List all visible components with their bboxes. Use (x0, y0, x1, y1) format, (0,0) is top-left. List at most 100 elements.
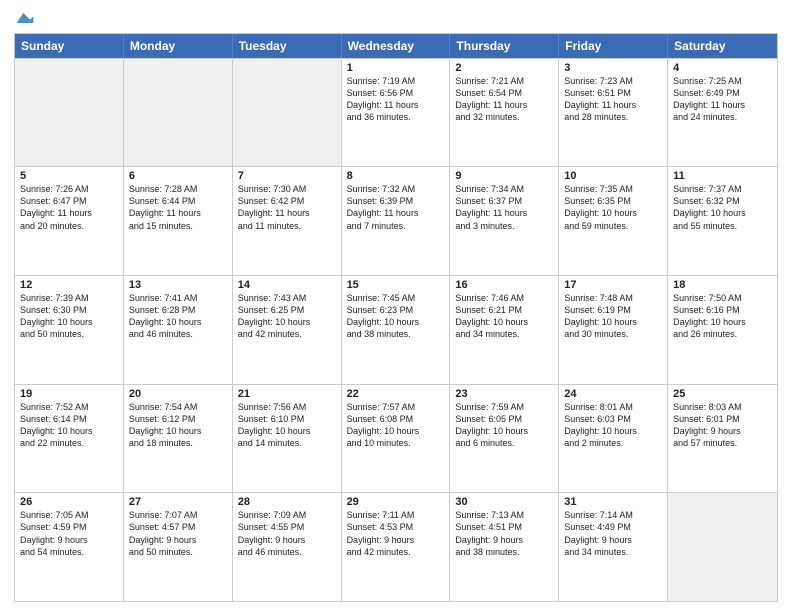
day-number: 25 (673, 388, 772, 400)
page: SundayMondayTuesdayWednesdayThursdayFrid… (0, 0, 792, 612)
day-info: Sunrise: 7:07 AM Sunset: 4:57 PM Dayligh… (129, 509, 227, 558)
header (14, 10, 778, 27)
day-number: 4 (673, 62, 772, 74)
day-number: 5 (20, 170, 118, 182)
day-22: 22Sunrise: 7:57 AM Sunset: 6:08 PM Dayli… (342, 385, 451, 493)
day-29: 29Sunrise: 7:11 AM Sunset: 4:53 PM Dayli… (342, 493, 451, 601)
day-number: 27 (129, 496, 227, 508)
day-number: 22 (347, 388, 445, 400)
day-info: Sunrise: 7:48 AM Sunset: 6:19 PM Dayligh… (564, 292, 662, 341)
calendar-row-3: 19Sunrise: 7:52 AM Sunset: 6:14 PM Dayli… (15, 384, 777, 493)
day-number: 12 (20, 279, 118, 291)
day-info: Sunrise: 7:26 AM Sunset: 6:47 PM Dayligh… (20, 183, 118, 232)
day-number: 9 (455, 170, 553, 182)
day-info: Sunrise: 7:43 AM Sunset: 6:25 PM Dayligh… (238, 292, 336, 341)
day-31: 31Sunrise: 7:14 AM Sunset: 4:49 PM Dayli… (559, 493, 668, 601)
day-number: 29 (347, 496, 445, 508)
day-28: 28Sunrise: 7:09 AM Sunset: 4:55 PM Dayli… (233, 493, 342, 601)
day-number: 15 (347, 279, 445, 291)
day-number: 26 (20, 496, 118, 508)
calendar-header: SundayMondayTuesdayWednesdayThursdayFrid… (15, 34, 777, 58)
day-info: Sunrise: 7:35 AM Sunset: 6:35 PM Dayligh… (564, 183, 662, 232)
day-18: 18Sunrise: 7:50 AM Sunset: 6:16 PM Dayli… (668, 276, 777, 384)
day-info: Sunrise: 7:50 AM Sunset: 6:16 PM Dayligh… (673, 292, 772, 341)
day-info: Sunrise: 7:19 AM Sunset: 6:56 PM Dayligh… (347, 75, 445, 124)
day-number: 6 (129, 170, 227, 182)
day-number: 28 (238, 496, 336, 508)
day-13: 13Sunrise: 7:41 AM Sunset: 6:28 PM Dayli… (124, 276, 233, 384)
header-day-sunday: Sunday (15, 34, 124, 58)
day-info: Sunrise: 7:05 AM Sunset: 4:59 PM Dayligh… (20, 509, 118, 558)
calendar-body: 1Sunrise: 7:19 AM Sunset: 6:56 PM Daylig… (15, 58, 777, 602)
day-23: 23Sunrise: 7:59 AM Sunset: 6:05 PM Dayli… (450, 385, 559, 493)
day-4: 4Sunrise: 7:25 AM Sunset: 6:49 PM Daylig… (668, 59, 777, 167)
day-info: Sunrise: 7:09 AM Sunset: 4:55 PM Dayligh… (238, 509, 336, 558)
day-number: 2 (455, 62, 553, 74)
day-30: 30Sunrise: 7:13 AM Sunset: 4:51 PM Dayli… (450, 493, 559, 601)
day-number: 14 (238, 279, 336, 291)
header-day-monday: Monday (124, 34, 233, 58)
day-info: Sunrise: 7:13 AM Sunset: 4:51 PM Dayligh… (455, 509, 553, 558)
day-5: 5Sunrise: 7:26 AM Sunset: 6:47 PM Daylig… (15, 167, 124, 275)
day-info: Sunrise: 7:54 AM Sunset: 6:12 PM Dayligh… (129, 401, 227, 450)
empty-cell (668, 493, 777, 601)
day-info: Sunrise: 8:03 AM Sunset: 6:01 PM Dayligh… (673, 401, 772, 450)
day-number: 18 (673, 279, 772, 291)
day-number: 3 (564, 62, 662, 74)
header-day-wednesday: Wednesday (342, 34, 451, 58)
day-number: 21 (238, 388, 336, 400)
day-info: Sunrise: 7:52 AM Sunset: 6:14 PM Dayligh… (20, 401, 118, 450)
day-9: 9Sunrise: 7:34 AM Sunset: 6:37 PM Daylig… (450, 167, 559, 275)
day-17: 17Sunrise: 7:48 AM Sunset: 6:19 PM Dayli… (559, 276, 668, 384)
calendar-row-4: 26Sunrise: 7:05 AM Sunset: 4:59 PM Dayli… (15, 492, 777, 601)
day-number: 31 (564, 496, 662, 508)
day-number: 16 (455, 279, 553, 291)
logo-icon (16, 13, 34, 23)
day-info: Sunrise: 7:25 AM Sunset: 6:49 PM Dayligh… (673, 75, 772, 124)
day-info: Sunrise: 7:46 AM Sunset: 6:21 PM Dayligh… (455, 292, 553, 341)
day-26: 26Sunrise: 7:05 AM Sunset: 4:59 PM Dayli… (15, 493, 124, 601)
day-14: 14Sunrise: 7:43 AM Sunset: 6:25 PM Dayli… (233, 276, 342, 384)
day-info: Sunrise: 7:14 AM Sunset: 4:49 PM Dayligh… (564, 509, 662, 558)
day-number: 19 (20, 388, 118, 400)
day-21: 21Sunrise: 7:56 AM Sunset: 6:10 PM Dayli… (233, 385, 342, 493)
day-27: 27Sunrise: 7:07 AM Sunset: 4:57 PM Dayli… (124, 493, 233, 601)
day-info: Sunrise: 7:32 AM Sunset: 6:39 PM Dayligh… (347, 183, 445, 232)
empty-cell (233, 59, 342, 167)
day-number: 1 (347, 62, 445, 74)
day-7: 7Sunrise: 7:30 AM Sunset: 6:42 PM Daylig… (233, 167, 342, 275)
day-24: 24Sunrise: 8:01 AM Sunset: 6:03 PM Dayli… (559, 385, 668, 493)
day-info: Sunrise: 7:28 AM Sunset: 6:44 PM Dayligh… (129, 183, 227, 232)
day-10: 10Sunrise: 7:35 AM Sunset: 6:35 PM Dayli… (559, 167, 668, 275)
day-info: Sunrise: 7:41 AM Sunset: 6:28 PM Dayligh… (129, 292, 227, 341)
day-number: 13 (129, 279, 227, 291)
day-info: Sunrise: 7:11 AM Sunset: 4:53 PM Dayligh… (347, 509, 445, 558)
day-number: 7 (238, 170, 336, 182)
header-day-saturday: Saturday (668, 34, 777, 58)
day-info: Sunrise: 7:56 AM Sunset: 6:10 PM Dayligh… (238, 401, 336, 450)
day-2: 2Sunrise: 7:21 AM Sunset: 6:54 PM Daylig… (450, 59, 559, 167)
logo (14, 10, 34, 27)
calendar: SundayMondayTuesdayWednesdayThursdayFrid… (14, 33, 778, 603)
day-19: 19Sunrise: 7:52 AM Sunset: 6:14 PM Dayli… (15, 385, 124, 493)
day-info: Sunrise: 7:45 AM Sunset: 6:23 PM Dayligh… (347, 292, 445, 341)
day-15: 15Sunrise: 7:45 AM Sunset: 6:23 PM Dayli… (342, 276, 451, 384)
day-3: 3Sunrise: 7:23 AM Sunset: 6:51 PM Daylig… (559, 59, 668, 167)
day-number: 11 (673, 170, 772, 182)
calendar-row-2: 12Sunrise: 7:39 AM Sunset: 6:30 PM Dayli… (15, 275, 777, 384)
calendar-row-0: 1Sunrise: 7:19 AM Sunset: 6:56 PM Daylig… (15, 58, 777, 167)
day-11: 11Sunrise: 7:37 AM Sunset: 6:32 PM Dayli… (668, 167, 777, 275)
day-info: Sunrise: 7:57 AM Sunset: 6:08 PM Dayligh… (347, 401, 445, 450)
day-number: 8 (347, 170, 445, 182)
day-number: 30 (455, 496, 553, 508)
header-day-thursday: Thursday (450, 34, 559, 58)
day-12: 12Sunrise: 7:39 AM Sunset: 6:30 PM Dayli… (15, 276, 124, 384)
header-day-tuesday: Tuesday (233, 34, 342, 58)
day-info: Sunrise: 8:01 AM Sunset: 6:03 PM Dayligh… (564, 401, 662, 450)
day-info: Sunrise: 7:23 AM Sunset: 6:51 PM Dayligh… (564, 75, 662, 124)
day-16: 16Sunrise: 7:46 AM Sunset: 6:21 PM Dayli… (450, 276, 559, 384)
day-number: 24 (564, 388, 662, 400)
day-8: 8Sunrise: 7:32 AM Sunset: 6:39 PM Daylig… (342, 167, 451, 275)
empty-cell (124, 59, 233, 167)
calendar-row-1: 5Sunrise: 7:26 AM Sunset: 6:47 PM Daylig… (15, 166, 777, 275)
